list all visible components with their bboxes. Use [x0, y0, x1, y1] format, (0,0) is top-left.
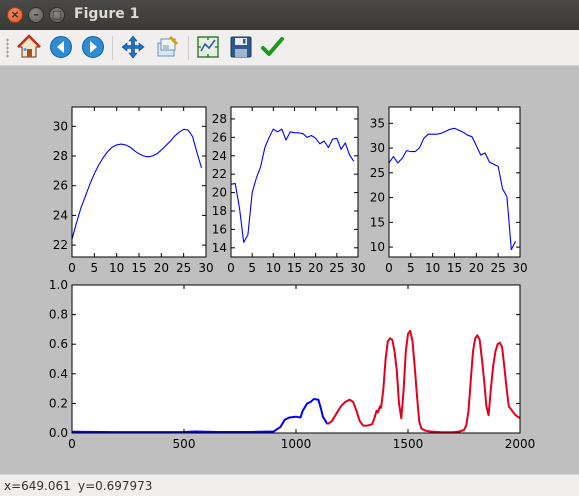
y-tick-label: 30 — [53, 119, 68, 133]
y-tick-label: 0.2 — [49, 396, 68, 410]
x-tick-label: 5 — [91, 261, 99, 275]
x-tick-label: 25 — [176, 261, 191, 275]
y-tick-label: 18 — [212, 204, 227, 218]
window-title: Figure 1 — [74, 6, 140, 22]
title-bar: × – □ Figure 1 — [0, 0, 579, 30]
y-tick-label: 0.0 — [49, 426, 68, 440]
x-tick-label: 10 — [266, 261, 281, 275]
y-tick-label: 0.8 — [49, 308, 68, 322]
figure-canvas[interactable]: 0 5 10 15 20 25 30 22 24 26 28 30 0 5 10 15 20 25 30 14 16 18… — [0, 66, 579, 474]
y-tick-label: 26 — [53, 179, 68, 193]
x-tick-label: 0 — [227, 261, 235, 275]
check-icon[interactable] — [259, 34, 285, 60]
maximize-icon: □ — [51, 8, 63, 21]
y-tick-label: 15 — [370, 215, 385, 229]
x-tick-label: 20 — [154, 261, 169, 275]
y-tick-label: 14 — [212, 241, 227, 255]
y-tick-label: 30 — [370, 141, 385, 155]
status-bar: x=649.061 y=0.697973 — [0, 474, 579, 496]
x-tick-label: 15 — [131, 261, 146, 275]
y-tick-label: 24 — [53, 208, 68, 222]
x-tick-label: 25 — [491, 261, 506, 275]
x-tick-label: 0 — [68, 437, 76, 451]
axes-background — [72, 285, 520, 433]
close-button[interactable]: × — [7, 7, 23, 23]
y-tick-label: 20 — [370, 191, 385, 205]
x-tick-label: 10 — [109, 261, 124, 275]
y-tick-label: 26 — [212, 130, 227, 144]
toolbar-separator — [112, 36, 113, 60]
x-tick-label: 5 — [407, 261, 415, 275]
x-tick-label: 25 — [329, 261, 344, 275]
x-tick-label: 0 — [68, 261, 76, 275]
y-tick-label: 1.0 — [49, 278, 68, 292]
x-tick-label: 2000 — [505, 437, 536, 451]
x-tick-label: 500 — [173, 437, 196, 451]
back-arrow-icon[interactable] — [48, 34, 74, 60]
x-tick-label: 30 — [512, 261, 527, 275]
forward-arrow-icon[interactable] — [80, 34, 106, 60]
axes-background — [389, 107, 520, 257]
x-tick-label: 30 — [198, 261, 213, 275]
save-icon[interactable] — [228, 34, 254, 60]
y-tick-label: 0.6 — [49, 337, 68, 351]
pan-icon[interactable] — [120, 34, 146, 60]
x-tick-label: 20 — [469, 261, 484, 275]
y-tick-label: 20 — [212, 186, 227, 200]
x-tick-label: 0 — [385, 261, 393, 275]
toolbar — [0, 30, 579, 66]
close-icon: × — [10, 8, 20, 21]
y-tick-label: 25 — [370, 166, 385, 180]
x-tick-label: 15 — [447, 261, 462, 275]
y-tick-label: 24 — [212, 149, 227, 163]
x-tick-label: 1000 — [281, 437, 312, 451]
subplots-icon[interactable] — [195, 34, 221, 60]
cursor-x-readout: x=649.061 — [4, 479, 71, 493]
maximize-button[interactable]: □ — [49, 7, 65, 23]
y-tick-label: 22 — [212, 167, 227, 181]
minimize-button[interactable]: – — [28, 7, 44, 23]
y-tick-label: 10 — [370, 240, 385, 254]
axes-background — [231, 107, 358, 257]
x-tick-label: 15 — [287, 261, 302, 275]
y-tick-label: 16 — [212, 222, 227, 236]
toolbar-separator — [188, 36, 189, 60]
x-tick-label: 10 — [425, 261, 440, 275]
x-tick-label: 5 — [248, 261, 256, 275]
minimize-icon: – — [33, 8, 39, 21]
x-tick-label: 30 — [350, 261, 365, 275]
x-tick-label: 20 — [308, 261, 323, 275]
y-tick-label: 22 — [53, 238, 68, 252]
toolbar-grip[interactable] — [6, 38, 9, 58]
y-tick-label: 35 — [370, 116, 385, 130]
home-icon[interactable] — [16, 34, 42, 60]
x-tick-label: 1500 — [393, 437, 424, 451]
cursor-y-readout: y=0.697973 — [78, 479, 153, 493]
y-tick-label: 28 — [212, 112, 227, 126]
zoom-icon[interactable] — [154, 34, 180, 60]
y-tick-label: 28 — [53, 149, 68, 163]
y-tick-label: 0.4 — [49, 367, 68, 381]
figure-plots: 0 5 10 15 20 25 3022242628300 5 10 15 20 25 30141618… — [49, 106, 536, 451]
